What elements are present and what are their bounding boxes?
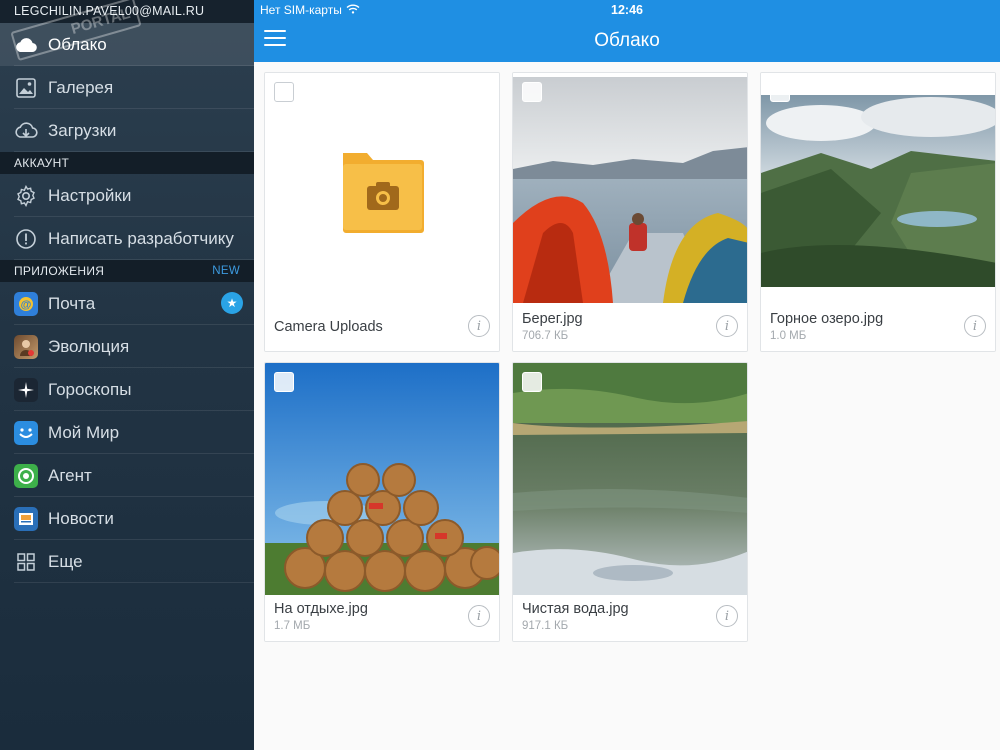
gallery-icon	[14, 76, 38, 100]
file-name: На отдыхе.jpg	[274, 601, 368, 617]
sidebar-item-label: Написать разработчику	[48, 228, 234, 248]
sidebar-item-label: Агент	[48, 465, 92, 485]
file-size: 1.0 МБ	[770, 330, 807, 342]
new-badge: NEW	[212, 265, 240, 277]
info-icon[interactable]: i	[468, 605, 490, 627]
status-bar: Нет SIM-карты 12:46	[254, 0, 1000, 20]
folder-thumbnail	[265, 73, 499, 307]
title-row: Облако	[254, 20, 1000, 62]
file-card-chistaya-voda[interactable]: Чистая вода.jpg 917.1 КБ i	[512, 362, 748, 642]
cloud-download-icon	[14, 119, 38, 143]
sidebar-item-mail[interactable]: @ Почта ★	[0, 282, 254, 325]
photo-thumbnail	[761, 73, 995, 307]
status-time: 12:46	[611, 3, 643, 17]
horoscope-app-icon	[14, 377, 38, 402]
hamburger-menu-icon[interactable]	[264, 30, 286, 50]
section-header-apps: ПРИЛОЖЕНИЯ NEW	[0, 260, 254, 282]
sidebar-item-label: Новости	[48, 508, 114, 528]
card-footer: Берег.jpg 706.7 КБ i	[513, 305, 747, 351]
sidebar-item-news[interactable]: Новости	[0, 497, 254, 540]
select-checkbox[interactable]	[770, 82, 790, 102]
sidebar-item-label: Гороскопы	[48, 379, 132, 399]
photo-thumbnail	[513, 73, 747, 307]
section-title: ПРИЛОЖЕНИЯ	[14, 264, 105, 278]
camera-folder-icon	[343, 153, 424, 233]
cloud-icon	[14, 33, 38, 57]
photo-thumbnail	[265, 363, 499, 597]
select-checkbox[interactable]	[522, 82, 542, 102]
card-footer: Чистая вода.jpg 917.1 КБ i	[513, 595, 747, 641]
evolution-app-icon	[14, 334, 38, 359]
sidebar-item-label: Мой Мир	[48, 422, 120, 442]
file-size: 706.7 КБ	[522, 330, 569, 342]
sidebar-item-gallery[interactable]: Галерея	[0, 66, 254, 109]
file-card-na-otdyhe[interactable]: На отдыхе.jpg 1.7 МБ i	[264, 362, 500, 642]
info-icon[interactable]: i	[964, 315, 986, 337]
file-grid: Camera Uploads i Берег.jpg 706.7 КБ i Го…	[254, 62, 1000, 750]
card-footer: На отдыхе.jpg 1.7 МБ i	[265, 595, 499, 641]
info-icon[interactable]: i	[716, 315, 738, 337]
gear-icon	[14, 184, 38, 208]
file-card-gornoe-ozero[interactable]: Горное озеро.jpg 1.0 МБ i	[760, 72, 996, 352]
sidebar-item-my-world[interactable]: Мой Мир	[0, 411, 254, 454]
card-footer: Горное озеро.jpg 1.0 МБ i	[761, 305, 995, 351]
info-icon[interactable]: i	[468, 315, 490, 337]
sidebar-item-label: Еще	[48, 551, 83, 571]
file-size: 917.1 КБ	[522, 620, 569, 632]
file-name: Чистая вода.jpg	[522, 601, 629, 617]
file-size: 1.7 МБ	[274, 620, 311, 632]
select-checkbox[interactable]	[522, 372, 542, 392]
sidebar-item-feedback[interactable]: Написать разработчику	[0, 217, 254, 260]
sidebar-item-settings[interactable]: Настройки	[0, 174, 254, 217]
exclamation-circle-icon	[14, 227, 38, 251]
sidebar-item-label: Настройки	[48, 185, 132, 205]
sidebar-item-horoscopes[interactable]: Гороскопы	[0, 368, 254, 411]
star-badge-icon: ★	[221, 292, 243, 314]
svg-text:@: @	[21, 299, 32, 311]
sidebar: LEGCHILIN.PAVEL00@MAIL.RU PORTAL Облако …	[0, 0, 254, 750]
sidebar-item-label: Эволюция	[48, 336, 130, 356]
sidebar-item-label: Облако	[48, 34, 107, 54]
sidebar-item-label: Галерея	[48, 77, 114, 97]
sidebar-item-downloads[interactable]: Загрузки	[0, 109, 254, 152]
sidebar-item-agent[interactable]: Агент	[0, 454, 254, 497]
sidebar-item-more[interactable]: Еще	[0, 540, 254, 583]
select-checkbox[interactable]	[274, 372, 294, 392]
my-world-app-icon	[14, 420, 38, 445]
main-content: Нет SIM-карты 12:46 Облако Camera Upload…	[254, 0, 1000, 750]
section-header-account: АККАУНТ	[0, 152, 254, 174]
file-name: Горное озеро.jpg	[770, 311, 884, 327]
sidebar-item-evolution[interactable]: Эволюция	[0, 325, 254, 368]
top-header: Нет SIM-карты 12:46 Облако	[254, 0, 1000, 62]
mail-app-icon: @	[14, 291, 38, 316]
more-grid-icon	[14, 550, 38, 574]
file-card-camera-uploads[interactable]: Camera Uploads i	[264, 72, 500, 352]
account-email[interactable]: LEGCHILIN.PAVEL00@MAIL.RU	[0, 0, 254, 23]
agent-app-icon	[14, 463, 38, 488]
info-icon[interactable]: i	[716, 605, 738, 627]
select-checkbox[interactable]	[274, 82, 294, 102]
sidebar-item-label: Загрузки	[48, 120, 117, 140]
sidebar-item-cloud[interactable]: Облако	[0, 23, 254, 66]
file-name: Camera Uploads	[274, 319, 383, 335]
news-app-icon	[14, 506, 38, 531]
sidebar-item-label: Почта	[48, 293, 96, 313]
page-title: Облако	[594, 30, 660, 51]
file-card-bereg[interactable]: Берег.jpg 706.7 КБ i	[512, 72, 748, 352]
file-name: Берег.jpg	[522, 311, 583, 327]
card-footer: Camera Uploads i	[265, 305, 499, 351]
photo-thumbnail	[513, 363, 747, 597]
